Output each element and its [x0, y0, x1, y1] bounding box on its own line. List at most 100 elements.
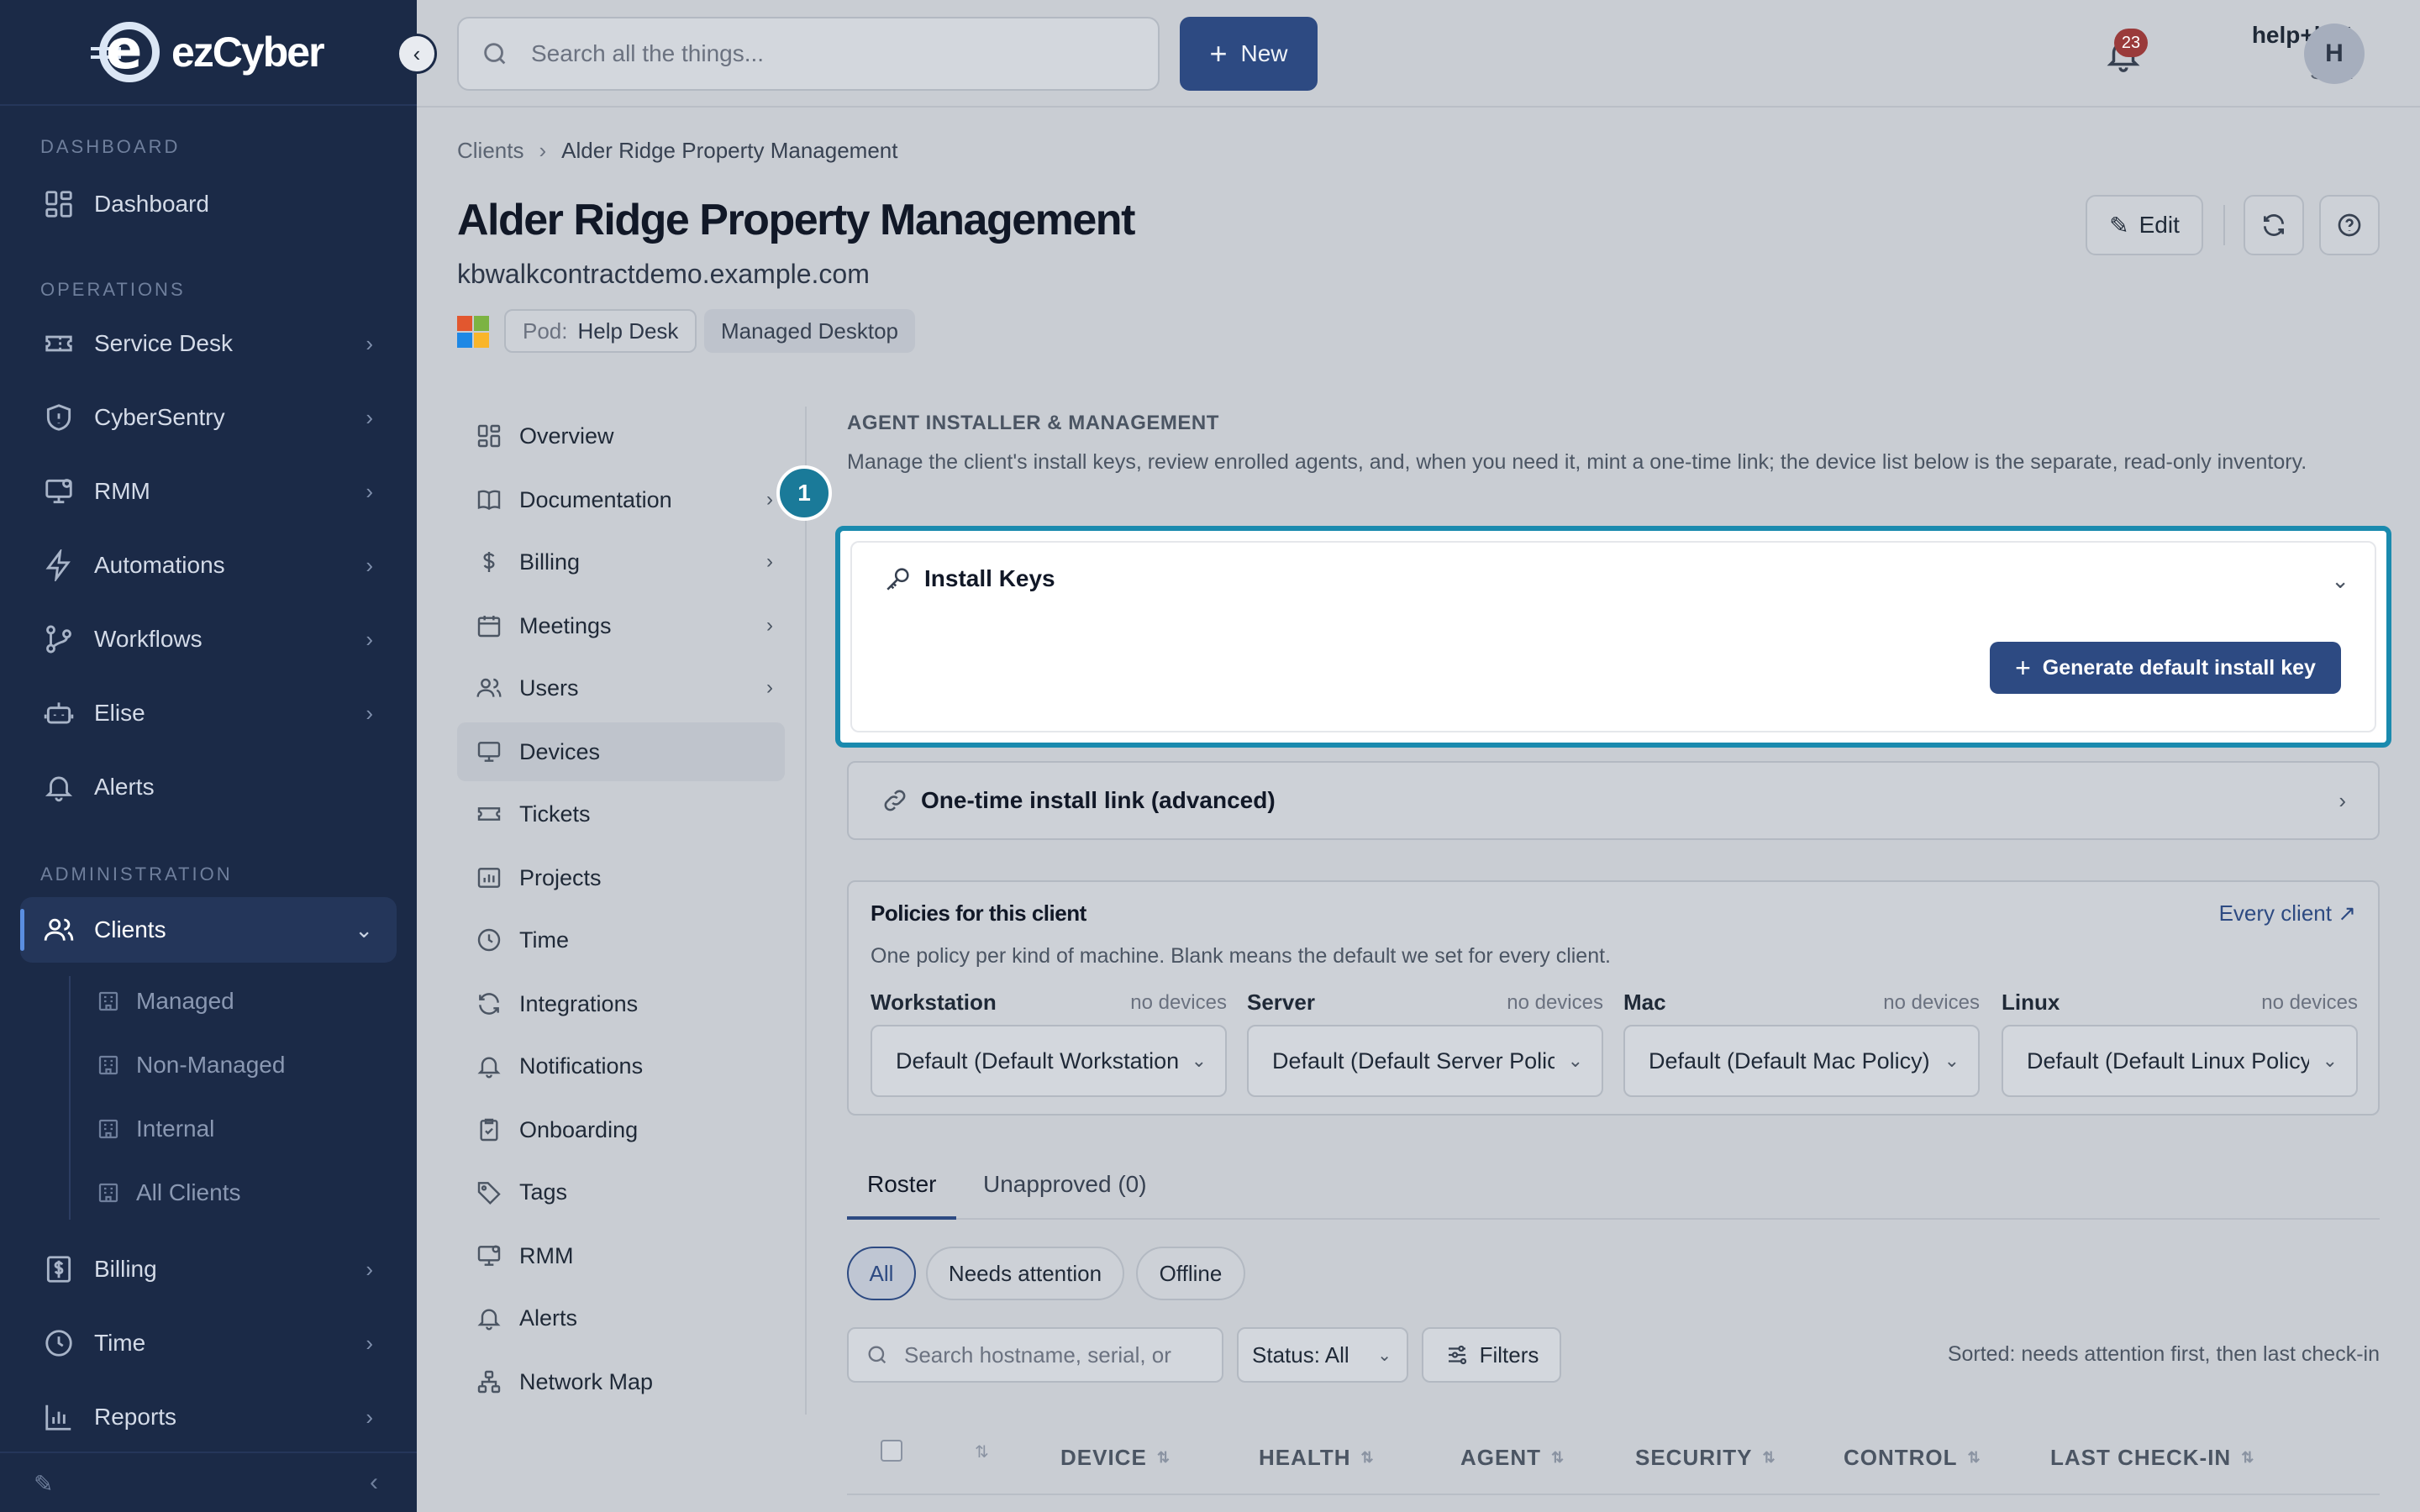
- sort-icon[interactable]: ⇅: [975, 1441, 989, 1462]
- sidebar-subitem-internal[interactable]: Internal: [96, 1104, 214, 1154]
- tab-unapproved[interactable]: Unapproved (0): [983, 1171, 1147, 1220]
- subnav-label: Network Map: [519, 1368, 654, 1394]
- new-button[interactable]: + New: [1180, 17, 1318, 91]
- sidebar-item-automations[interactable]: Automations ›: [20, 533, 397, 598]
- sidebar-item-workflows[interactable]: Workflows ›: [20, 606, 397, 672]
- global-search-input[interactable]: Search all the things...: [457, 17, 1160, 91]
- subnav-label: Notifications: [519, 1053, 644, 1079]
- sidebar-item-elise[interactable]: Elise ›: [20, 680, 397, 746]
- sidebar-item-alerts[interactable]: Alerts: [20, 754, 397, 820]
- chevron-down-icon[interactable]: ⌄: [2331, 568, 2349, 594]
- sidebar-item-dashboard[interactable]: Dashboard: [20, 171, 397, 237]
- column-health[interactable]: HEALTH ⇅: [1259, 1445, 1375, 1471]
- brand-name: ezCyber: [171, 29, 325, 76]
- search-icon: [865, 1343, 889, 1367]
- tab-roster[interactable]: Roster: [847, 1171, 957, 1220]
- avatar[interactable]: H: [2304, 24, 2365, 84]
- sidebar-item-reports[interactable]: Reports ›: [20, 1384, 397, 1450]
- breadcrumb-clients-link[interactable]: Clients: [457, 138, 523, 164]
- chevron-right-icon: ›: [366, 1330, 373, 1356]
- subnav-notifications[interactable]: Notifications: [457, 1037, 785, 1095]
- subnav-label: Devices: [519, 738, 601, 764]
- book-icon: [476, 486, 502, 513]
- sidebar-item-label: CyberSentry: [94, 404, 225, 430]
- policy-select-value: Default (Default Server Policy): [1272, 1047, 1555, 1074]
- chevron-left-icon[interactable]: ‹: [370, 1468, 378, 1497]
- sidebar-item-label: Time: [94, 1330, 146, 1356]
- sidebar-item-time[interactable]: Time ›: [20, 1310, 397, 1376]
- subnav-network-map[interactable]: Network Map: [457, 1352, 785, 1411]
- subnav-integrations[interactable]: Integrations: [457, 974, 785, 1033]
- bell-icon: [476, 1305, 502, 1331]
- sidebar-item-billing[interactable]: Billing ›: [20, 1236, 397, 1302]
- policy-select-linux[interactable]: Default (Default Linux Policy) ⌄: [2002, 1025, 2358, 1097]
- link-icon: [881, 786, 909, 815]
- projects-icon: [476, 864, 502, 891]
- subnav-documentation[interactable]: Documentation ›: [457, 470, 785, 529]
- subnav-users[interactable]: Users ›: [457, 659, 785, 717]
- help-button[interactable]: [2319, 195, 2380, 255]
- edit-button[interactable]: ✎ Edit: [2086, 195, 2203, 255]
- select-all-checkbox[interactable]: [881, 1440, 902, 1462]
- pod-key: Pod:: [523, 318, 568, 344]
- policy-select-mac[interactable]: Default (Default Mac Policy) ⌄: [1623, 1025, 1980, 1097]
- subnav-billing[interactable]: Billing ›: [457, 533, 785, 591]
- pod-value: Help Desk: [577, 318, 679, 344]
- column-device[interactable]: DEVICE ⇅: [1060, 1445, 1171, 1471]
- sidebar-item-clients[interactable]: Clients ⌄: [20, 897, 397, 963]
- subnav-label: Time: [519, 927, 569, 953]
- sidebar-item-cybersentry[interactable]: CyberSentry ›: [20, 385, 397, 450]
- chevron-right-icon: ›: [366, 404, 373, 430]
- column-security[interactable]: SECURITY ⇅: [1635, 1445, 1776, 1471]
- sidebar-item-rmm[interactable]: RMM ›: [20, 459, 397, 524]
- policy-select-workstation[interactable]: Default (Default Workstation Policy) ⌄: [871, 1025, 1227, 1097]
- brand-logo[interactable]: e ezCyber: [0, 0, 417, 106]
- sidebar-subitem-non-managed[interactable]: Non-Managed: [96, 1040, 285, 1090]
- chevron-right-icon: ›: [366, 478, 373, 504]
- column-last-check-in[interactable]: LAST CHECK-IN ⇅: [2050, 1445, 2254, 1471]
- policies-card: Policies for this client Every client ↗ …: [847, 880, 2380, 1116]
- subnav-alerts[interactable]: Alerts: [457, 1289, 785, 1347]
- refresh-button[interactable]: [2244, 195, 2304, 255]
- generate-install-key-button[interactable]: + Generate default install key: [1990, 642, 2341, 694]
- status-filter-select[interactable]: Status: All ⌄: [1237, 1327, 1408, 1383]
- column-label: SECURITY: [1635, 1445, 1753, 1470]
- sidebar-subitem-all-clients[interactable]: All Clients: [96, 1168, 240, 1218]
- subnav-tickets[interactable]: Tickets: [457, 785, 785, 843]
- one-time-link-header: One-time install link (advanced): [881, 786, 1276, 815]
- help-icon: [2336, 212, 2363, 239]
- policy-select-server[interactable]: Default (Default Server Policy) ⌄: [1247, 1025, 1603, 1097]
- collapse-sidebar-button[interactable]: ‹: [397, 34, 437, 74]
- filter-chip-offline[interactable]: Offline: [1136, 1247, 1245, 1300]
- breadcrumb: Clients › Alder Ridge Property Managemen…: [457, 138, 897, 164]
- policy-device-count: no devices: [2261, 991, 2358, 1014]
- sidebar-item-service-desk[interactable]: Service Desk ›: [20, 311, 397, 376]
- subnav-overview[interactable]: Overview: [457, 407, 785, 465]
- chevron-right-icon: ›: [766, 488, 773, 511]
- filters-button[interactable]: Filters: [1422, 1327, 1561, 1383]
- subnav-onboarding[interactable]: Onboarding: [457, 1100, 785, 1159]
- subnav-projects[interactable]: Projects: [457, 848, 785, 907]
- subnav-time[interactable]: Time: [457, 911, 785, 969]
- every-client-link[interactable]: Every client ↗: [2219, 900, 2356, 927]
- plus-icon: +: [1209, 36, 1228, 71]
- chevron-down-icon: ⌄: [1567, 1050, 1583, 1071]
- sidebar-subitem-managed[interactable]: Managed: [96, 976, 234, 1026]
- monitor-icon: [476, 1242, 502, 1269]
- sort-icon: ⇅: [1360, 1449, 1375, 1466]
- page-title: Alder Ridge Property Management: [457, 196, 1135, 244]
- bot-icon: [40, 695, 77, 732]
- filter-chip-needs-attention[interactable]: Needs attention: [926, 1247, 1124, 1300]
- subnav-meetings[interactable]: Meetings ›: [457, 596, 785, 655]
- column-agent[interactable]: AGENT ⇅: [1460, 1445, 1565, 1471]
- device-search-input[interactable]: Search hostname, serial, or: [847, 1327, 1223, 1383]
- pencil-icon[interactable]: ✎: [34, 1470, 53, 1498]
- one-time-link-card[interactable]: One-time install link (advanced) ›: [847, 761, 2380, 840]
- subnav-devices[interactable]: Devices: [457, 722, 785, 781]
- device-tabs: Roster Unapproved (0): [847, 1164, 2380, 1220]
- filter-chip-all[interactable]: All: [847, 1247, 916, 1300]
- column-control[interactable]: CONTROL ⇅: [1844, 1445, 1981, 1471]
- subnav-tags[interactable]: Tags: [457, 1163, 785, 1221]
- subnav-rmm[interactable]: RMM: [457, 1226, 785, 1285]
- install-keys-header[interactable]: Install Keys: [884, 564, 1055, 593]
